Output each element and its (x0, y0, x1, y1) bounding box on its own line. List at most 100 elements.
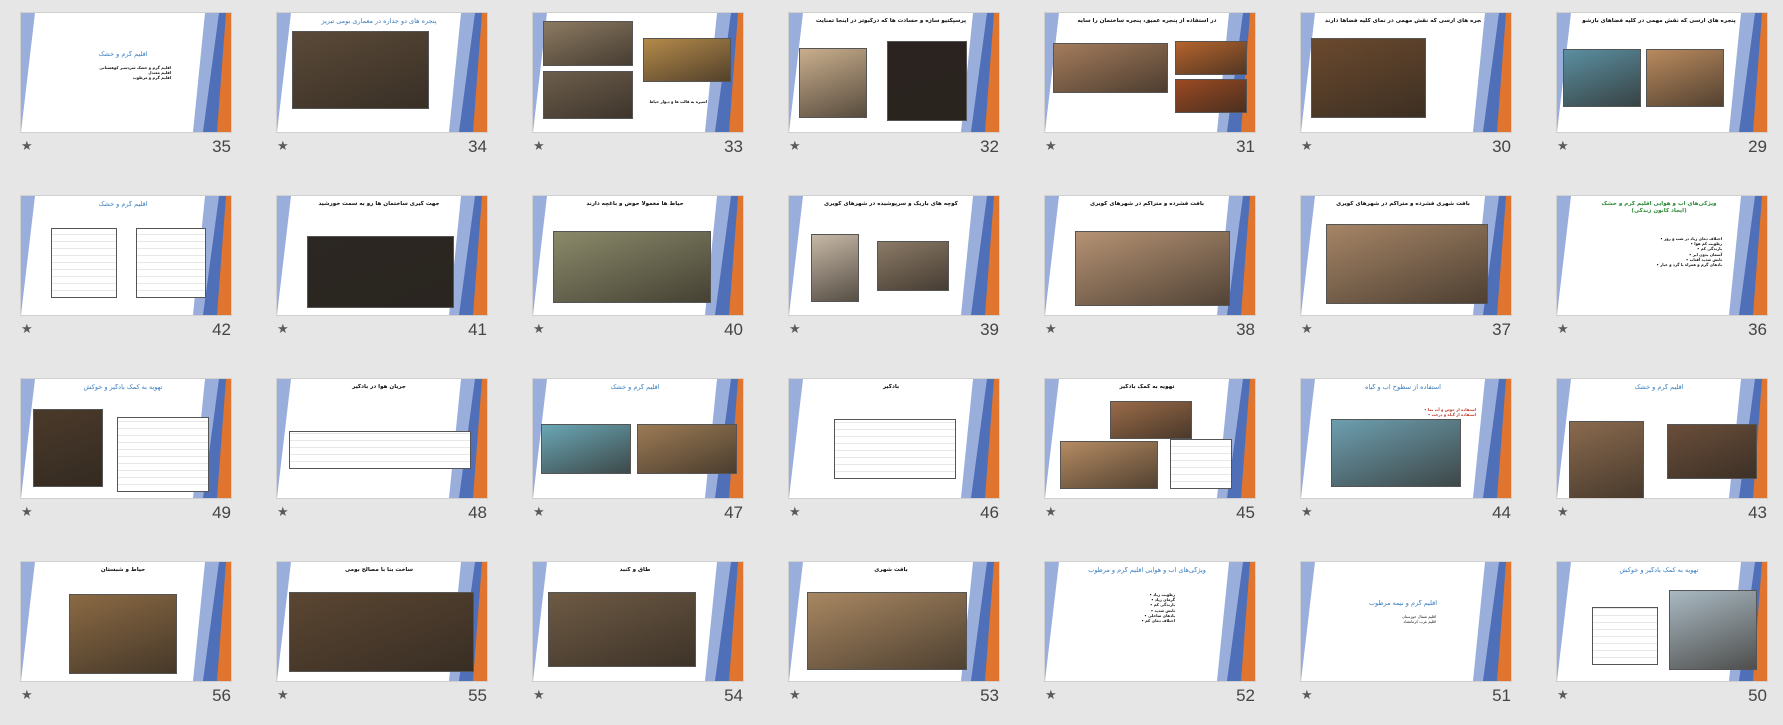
slide-preview[interactable]: ویژگی‌های آب و هوایی اقلیم گرم و مرطوب • … (1045, 562, 1255, 681)
slide-thumbnail-43[interactable]: اقلیم گرم و خشک ★ 43 (1557, 379, 1767, 524)
animation-star-icon[interactable]: ★ (277, 689, 289, 703)
slide-thumbnail-47[interactable]: اقلیم گرم و خشک ★ 47 (533, 379, 743, 524)
slide-left-accent (533, 562, 547, 681)
slide-thumbnail-39[interactable]: کوچه های باریک و سرپوشیده در شهرهای کویر… (789, 196, 999, 341)
slide-preview[interactable]: بادگیر (789, 379, 999, 498)
animation-star-icon[interactable]: ★ (533, 506, 545, 520)
animation-star-icon[interactable]: ★ (1045, 140, 1057, 154)
slide-thumbnail-41[interactable]: جهت گیری ساختمان ها رو به سمت خورشید ★ 41 (277, 196, 487, 341)
slide-preview[interactable]: اقلیم گرم و نیمه مرطوب اقلیم شمال خوزستان… (1301, 562, 1511, 681)
slide-preview[interactable]: اقلیم گرم و خشک (533, 379, 743, 498)
slide-preview[interactable]: تهویه به کمک بادگیر و خوکش (1557, 562, 1767, 681)
slide-preview[interactable]: حیاط ها معمولا حوض و باغچه دارند (533, 196, 743, 315)
animation-star-icon[interactable]: ★ (1301, 689, 1313, 703)
slide-number: 37 (1492, 320, 1511, 339)
slide-preview[interactable]: جهت گیری ساختمان ها رو به سمت خورشید (277, 196, 487, 315)
slide-thumbnail-46[interactable]: بادگیر ★ 46 (789, 379, 999, 524)
slide-thumbnail-49[interactable]: تهویه به کمک بادگیر و خوکش ★ 49 (21, 379, 231, 524)
animation-star-icon[interactable]: ★ (1301, 140, 1313, 154)
slide-preview[interactable]: کوچه های باریک و سرپوشیده در شهرهای کویر… (789, 196, 999, 315)
animation-star-icon[interactable]: ★ (789, 506, 801, 520)
animation-star-icon[interactable]: ★ (1301, 323, 1313, 337)
animation-star-icon[interactable]: ★ (533, 689, 545, 703)
animation-star-icon[interactable]: ★ (789, 140, 801, 154)
slide-thumbnail-55[interactable]: ساخت بنا با مصالح بومی ★ 55 (277, 562, 487, 707)
slide-left-accent (1557, 562, 1571, 681)
animation-star-icon[interactable]: ★ (789, 689, 801, 703)
slide-title: بافت شهری (874, 567, 908, 573)
slide-preview[interactable]: حیاط و شبستان (21, 562, 231, 681)
slide-thumbnail-51[interactable]: اقلیم گرم و نیمه مرطوب اقلیم شمال خوزستان… (1301, 562, 1511, 707)
animation-star-icon[interactable]: ★ (277, 323, 289, 337)
animation-star-icon[interactable]: ★ (277, 140, 289, 154)
slide-preview[interactable]: جریان هوا در بادگیر (277, 379, 487, 498)
animation-star-icon[interactable]: ★ (1045, 506, 1057, 520)
slide-preview[interactable]: بافت شهری فشرده و متراکم در شهرهای کویری (1301, 196, 1511, 315)
slide-theme-decoration (1473, 13, 1511, 132)
slide-thumbnail-53[interactable]: بافت شهری ★ 53 (789, 562, 999, 707)
animation-star-icon[interactable]: ★ (1045, 689, 1057, 703)
animation-star-icon[interactable]: ★ (1301, 506, 1313, 520)
slide-thumbnail-32[interactable]: پرسپکتیو سازه و حسادت ها که درکبوتر در ا… (789, 13, 999, 158)
animation-star-icon[interactable]: ★ (21, 689, 33, 703)
slide-preview[interactable]: ساخت بنا با مصالح بومی (277, 562, 487, 681)
slide-preview[interactable]: اقلیم گرم و خشک اقلیم گرم و خشک سردسیر کو… (21, 13, 231, 132)
slide-image (1563, 49, 1641, 107)
animation-star-icon[interactable]: ★ (21, 323, 33, 337)
slide-thumbnail-37[interactable]: بافت شهری فشرده و متراکم در شهرهای کویری… (1301, 196, 1511, 341)
slide-thumbnail-35[interactable]: اقلیم گرم و خشک اقلیم گرم و خشک سردسیر کو… (21, 13, 231, 158)
slide-thumbnail-50[interactable]: تهویه به کمک بادگیر و خوکش ★ 50 (1557, 562, 1767, 707)
body-line: • استفاده از گیاه و درخت (1427, 412, 1476, 418)
slide-number: 51 (1492, 686, 1511, 705)
animation-star-icon[interactable]: ★ (1557, 140, 1569, 154)
slide-thumbnail-45[interactable]: تهویه به کمک بادگیر ★ 45 (1045, 379, 1255, 524)
slide-thumbnail-29[interactable]: پنجره های ارسی که نقش مهمی در کلیه فضاها… (1557, 13, 1767, 158)
animation-star-icon[interactable]: ★ (533, 140, 545, 154)
slide-left-accent (277, 13, 291, 132)
slide-thumbnail-56[interactable]: حیاط و شبستان ★ 56 (21, 562, 231, 707)
animation-star-icon[interactable]: ★ (533, 323, 545, 337)
slide-preview[interactable]: اقلیم گرم و خشک (1557, 379, 1767, 498)
animation-star-icon[interactable]: ★ (21, 140, 33, 154)
slide-preview[interactable]: پنجره های ارسی که نقش مهمی در نمای کلیه … (1301, 13, 1511, 132)
slide-thumbnail-30[interactable]: پنجره های ارسی که نقش مهمی در نمای کلیه … (1301, 13, 1511, 158)
slide-thumbnail-44[interactable]: استفاده از سطوح آب و گیاه • استفاده از حو… (1301, 379, 1511, 524)
animation-star-icon[interactable]: ★ (1557, 323, 1569, 337)
animation-star-icon[interactable]: ★ (789, 323, 801, 337)
slide-preview[interactable]: تهویه به کمک بادگیر و خوکش (21, 379, 231, 498)
slide-preview[interactable]: ویژگی‌های آب و هوایی اقلیم گرم و خشک (ایج… (1557, 196, 1767, 315)
slide-thumbnail-40[interactable]: حیاط ها معمولا حوض و باغچه دارند ★ 40 (533, 196, 743, 341)
left-accent-shape (21, 562, 35, 681)
animation-star-icon[interactable]: ★ (277, 506, 289, 520)
slide-preview[interactable]: بافت فشرده و متراکم در شهرهای کویری (1045, 196, 1255, 315)
slide-thumbnail-42[interactable]: اقلیم گرم و خشک ★ 42 (21, 196, 231, 341)
slide-theme-decoration (193, 13, 231, 132)
slide-preview[interactable]: پرسپکتیو سازه و حسادت ها که درکبوتر در ا… (789, 13, 999, 132)
slide-thumbnail-48[interactable]: جریان هوا در بادگیر ★ 48 (277, 379, 487, 524)
animation-star-icon[interactable]: ★ (1557, 506, 1569, 520)
slide-number: 39 (980, 320, 999, 339)
slide-preview[interactable]: پنجره های دو جداره در معماری بومی تبریز (277, 13, 487, 132)
slide-thumbnail-34[interactable]: پنجره های دو جداره در معماری بومی تبریز ★… (277, 13, 487, 158)
slide-image (799, 48, 867, 118)
slide-thumbnail-52[interactable]: ویژگی‌های آب و هوایی اقلیم گرم و مرطوب • … (1045, 562, 1255, 707)
animation-star-icon[interactable]: ★ (21, 506, 33, 520)
slide-preview[interactable]: اقلیم گرم و خشک (21, 196, 231, 315)
slide-preview[interactable]: پنجره های ارسی که نقش مهمی در کلیه فضاها… (1557, 13, 1767, 132)
slide-preview[interactable]: طاق و گنبد (533, 562, 743, 681)
left-accent-shape (1045, 562, 1059, 681)
slide-preview[interactable]: استفاده از سطوح آب و گیاه • استفاده از حو… (1301, 379, 1511, 498)
slide-preview[interactable]: بافت شهری (789, 562, 999, 681)
slide-preview[interactable]: اسپره به قالب ها و دیوار حیاط (533, 13, 743, 132)
slide-thumbnail-54[interactable]: طاق و گنبد ★ 54 (533, 562, 743, 707)
left-accent-shape (1301, 196, 1315, 315)
slide-thumbnail-33[interactable]: اسپره به قالب ها و دیوار حیاط ★ 33 (533, 13, 743, 158)
slide-preview[interactable]: در استفاده از پنجره عمیق، پنجره ساختمان … (1045, 13, 1255, 132)
animation-star-icon[interactable]: ★ (1557, 689, 1569, 703)
slide-thumbnail-31[interactable]: در استفاده از پنجره عمیق، پنجره ساختمان … (1045, 13, 1255, 158)
animation-star-icon[interactable]: ★ (1045, 323, 1057, 337)
slide-thumbnail-38[interactable]: بافت فشرده و متراکم در شهرهای کویری ★ 38 (1045, 196, 1255, 341)
slide-preview[interactable]: تهویه به کمک بادگیر (1045, 379, 1255, 498)
slide-image (807, 592, 967, 670)
slide-thumbnail-36[interactable]: ویژگی‌های آب و هوایی اقلیم گرم و خشک (ایج… (1557, 196, 1767, 341)
